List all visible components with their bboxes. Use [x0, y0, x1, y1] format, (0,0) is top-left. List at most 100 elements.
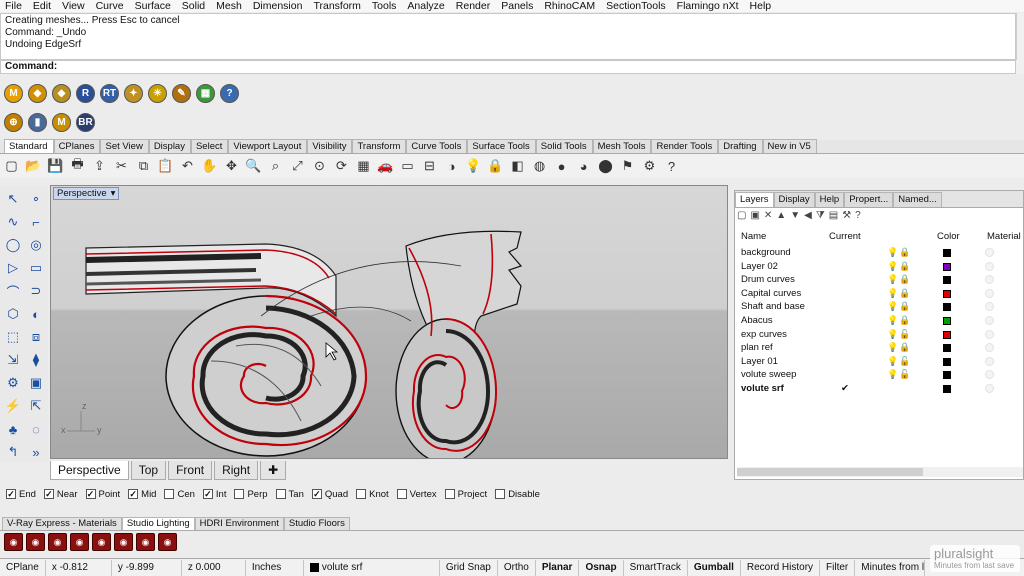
material-icon[interactable]	[985, 275, 994, 285]
layer-row[interactable]: plan ref 💡 🔒	[741, 341, 1021, 354]
new-sublayer-icon[interactable]: ▣	[750, 210, 759, 224]
menu-dimension[interactable]: Dimension	[248, 0, 309, 12]
print-icon[interactable]: 🖶	[68, 156, 87, 176]
color-wheel-icon[interactable]: ◍	[530, 157, 549, 176]
move-down-icon[interactable]: ▼	[790, 210, 800, 224]
left-tool-icon[interactable]: ◌	[25, 418, 47, 440]
osnap-perp[interactable]: Perp	[234, 489, 268, 500]
material-icon[interactable]	[985, 248, 994, 257]
tab-set-view[interactable]: Set View	[100, 139, 149, 153]
left-tool-icon[interactable]: ◎	[25, 234, 47, 256]
zoom-window-icon[interactable]: ⌕	[266, 157, 285, 176]
layer-color-swatch[interactable]	[943, 317, 951, 325]
lock-icon[interactable]: 🔒	[486, 157, 505, 176]
left-tool-icon[interactable]: ⧫	[25, 349, 47, 371]
panel-tab-help[interactable]: Help	[814, 192, 845, 207]
lock-icon[interactable]: 🔓	[899, 355, 910, 368]
viewport-title[interactable]: Perspective ▾	[53, 187, 120, 200]
plugin-icon[interactable]: ▮	[28, 112, 47, 132]
viewport-tab-top[interactable]: Top	[130, 461, 167, 480]
car-icon[interactable]: 🚗	[376, 157, 395, 176]
panel-tab-propert[interactable]: Propert...	[844, 192, 894, 207]
material-icon[interactable]	[985, 329, 994, 339]
checkbox[interactable]: ✓	[43, 489, 54, 499]
status-filter[interactable]: Filter	[820, 559, 856, 576]
panel-tab-layers[interactable]: Layers	[735, 192, 774, 207]
lock-icon[interactable]: 🔒	[899, 314, 910, 327]
studio-light-icon[interactable]: ◉	[4, 533, 23, 551]
bulb-icon[interactable]: 💡	[887, 260, 898, 273]
plugin-icon[interactable]: ✦	[124, 83, 143, 103]
status-osnap[interactable]: Osnap	[579, 559, 624, 576]
tab-new-in-v5[interactable]: New in V5	[762, 139, 817, 153]
plugin-icon[interactable]: ?	[220, 83, 239, 103]
left-tool-icon[interactable]: ♣	[2, 418, 24, 440]
layer-color-swatch[interactable]	[943, 371, 951, 380]
move-up-icon[interactable]: ▲	[776, 210, 786, 224]
checkbox[interactable]	[396, 489, 407, 499]
move-view-icon[interactable]: ✥	[222, 157, 241, 176]
bulb-icon[interactable]: 💡	[887, 300, 898, 313]
layer-row[interactable]: Layer 02 💡 🔒	[741, 260, 1021, 273]
four-viewports-icon[interactable]: ▦	[354, 157, 373, 176]
zoom-extents-icon[interactable]: ⤢	[288, 157, 307, 176]
render-sphere-icon[interactable]: ●	[552, 157, 571, 176]
layer-color-swatch[interactable]	[943, 357, 951, 366]
menu-edit[interactable]: Edit	[28, 0, 57, 12]
left-tool-icon[interactable]: ∿	[2, 211, 24, 233]
bulb-icon[interactable]: 💡	[887, 328, 898, 341]
tab-curve-tools[interactable]: Curve Tools	[406, 139, 468, 153]
move-parent-icon[interactable]: ◀	[804, 210, 812, 224]
layer-row[interactable]: volute srf ✔	[741, 382, 1021, 395]
tab-render-tools[interactable]: Render Tools	[651, 139, 719, 153]
left-tool-icon[interactable]: ◯	[2, 234, 24, 256]
status-planar[interactable]: Planar	[536, 559, 580, 576]
menu-solid[interactable]: Solid	[177, 0, 211, 12]
left-tool-icon[interactable]: ⚡	[2, 395, 24, 417]
studio-light-icon[interactable]: ◉	[26, 533, 45, 551]
layer-color-swatch[interactable]	[943, 385, 951, 393]
plugin-icon[interactable]: ▦	[196, 83, 215, 103]
osnap-project[interactable]: Project	[444, 489, 487, 500]
command-scrollbar[interactable]	[1016, 60, 1024, 74]
panel-scrollbar[interactable]	[737, 467, 1023, 477]
render-sphere2-icon[interactable]: ◕	[574, 157, 593, 176]
tab-mesh-tools[interactable]: Mesh Tools	[592, 139, 652, 153]
vray-tab-v-ray-express-materials[interactable]: V-Ray Express - Materials	[2, 517, 122, 530]
viewport-tab-right[interactable]: Right	[214, 461, 259, 480]
viewport-menu-icon[interactable]: ▾	[111, 188, 116, 199]
layer-icon[interactable]: ◧	[508, 157, 527, 176]
material-icon[interactable]	[985, 288, 994, 298]
lock-icon[interactable]: 🔒	[899, 273, 910, 286]
tab-display[interactable]: Display	[148, 139, 191, 153]
left-tool-icon[interactable]: ◐	[25, 303, 47, 325]
tab-solid-tools[interactable]: Solid Tools	[535, 139, 593, 153]
checkbox[interactable]	[444, 489, 455, 499]
tab-viewport-layout[interactable]: Viewport Layout	[228, 139, 308, 153]
panel-tab-named[interactable]: Named...	[893, 192, 942, 207]
left-tool-icon[interactable]: ⧈	[25, 326, 47, 348]
material-icon[interactable]	[985, 356, 994, 366]
checkbox[interactable]: ✓	[85, 489, 96, 499]
plugin-icon[interactable]: BR	[76, 112, 95, 132]
save-icon[interactable]: 💾	[46, 157, 65, 176]
checkbox[interactable]: ✓	[311, 489, 322, 499]
layer-row[interactable]: Layer 01 💡 🔓	[741, 355, 1021, 368]
light-icon[interactable]: 💡	[464, 157, 483, 176]
left-tool-icon[interactable]: »	[25, 441, 47, 463]
osnap-vertex[interactable]: Vertex	[396, 489, 437, 500]
cut-icon[interactable]: ✂	[112, 157, 131, 176]
layer-row[interactable]: Abacus 💡 🔒	[741, 314, 1021, 327]
studio-light-icon[interactable]: ◉	[158, 533, 177, 551]
layer-color-swatch[interactable]	[943, 330, 951, 339]
material-icon[interactable]: ⬤	[596, 157, 615, 176]
plugin-icon[interactable]: M	[4, 83, 23, 103]
checkbox[interactable]: ✓	[202, 489, 213, 499]
bulb-icon[interactable]: 💡	[887, 355, 898, 368]
paste-icon[interactable]: 📋	[156, 157, 175, 176]
panel-tab-display[interactable]: Display	[773, 192, 815, 207]
left-tool-icon[interactable]: ⬚	[2, 326, 24, 348]
osnap-quad[interactable]: ✓ Quad	[311, 489, 348, 500]
material-icon[interactable]	[985, 384, 994, 393]
tools-icon[interactable]: ⚒	[842, 210, 851, 224]
